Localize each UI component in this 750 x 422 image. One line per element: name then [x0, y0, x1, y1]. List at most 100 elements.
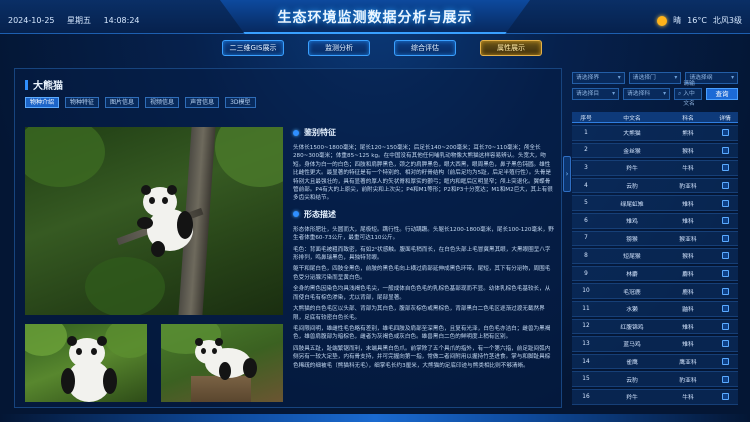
- document-icon[interactable]: [721, 287, 729, 295]
- row-detail[interactable]: [712, 195, 738, 211]
- row-detail[interactable]: [712, 248, 738, 264]
- table-row[interactable]: 1 大熊猫 熊科: [572, 125, 738, 141]
- morph-paragraph: 躯干和尾白色，四肢全黑色，前肢的黑色毛向上横过肩部延伸成黑色环带。尾短，其下有分…: [293, 266, 551, 281]
- row-detail[interactable]: [712, 125, 738, 141]
- tab-images[interactable]: 图片信息: [105, 97, 140, 108]
- title-marker: [25, 79, 28, 90]
- filter-family-select[interactable]: 请选择科 ▾: [623, 88, 670, 100]
- table-row[interactable]: 15 云豹 豹亚科: [572, 371, 738, 387]
- table-row[interactable]: 2 金丝猴 猴科: [572, 142, 738, 159]
- row-name: 红腹锦鸡: [600, 318, 664, 335]
- table-row[interactable]: 9 林麝 麝科: [572, 265, 738, 282]
- table-row[interactable]: 7 猕猴 猴亚科: [572, 230, 738, 247]
- morph-paragraph: 形态体形肥壮，头圆而大，尾极短。蹒行性。行动蹒跚。头躯长1200-1800毫米，…: [293, 226, 554, 242]
- row-detail[interactable]: [712, 371, 738, 387]
- filter-row: 请选择界 ▾ 请选择门 ▾ 请选择纲 ▾: [572, 72, 738, 84]
- nav-attributes[interactable]: 属性展示: [480, 40, 542, 56]
- nav-gis[interactable]: 二三维GIS展示: [222, 40, 284, 56]
- table-row[interactable]: 14 雀鹰 鹰亚科: [572, 353, 738, 370]
- document-icon[interactable]: [721, 358, 729, 366]
- row-name: 绿尾虹雉: [600, 195, 664, 211]
- document-icon[interactable]: [721, 270, 729, 278]
- table-row[interactable]: 13 蓝马鸡 雉科: [572, 336, 738, 352]
- row-detail[interactable]: [712, 388, 738, 405]
- datetime: 2024-10-25 星期五 14:08:24: [8, 15, 150, 26]
- document-icon[interactable]: [721, 393, 729, 401]
- row-detail[interactable]: [712, 300, 738, 317]
- row-detail[interactable]: [712, 318, 738, 335]
- panda-photo-main[interactable]: [25, 127, 283, 315]
- tab-3d-model[interactable]: 3D模型: [225, 97, 256, 108]
- table-row[interactable]: 5 绿尾虹雉 雉科: [572, 195, 738, 211]
- document-icon[interactable]: [721, 340, 729, 348]
- row-no: 4: [572, 177, 600, 194]
- filter-phylum-select[interactable]: 请选择门 ▾: [628, 72, 682, 84]
- document-icon[interactable]: [721, 252, 729, 260]
- table-row[interactable]: 10 毛冠鹿 鹿科: [572, 283, 738, 299]
- table-header: 序号 中文名 科名 详情: [572, 112, 738, 123]
- row-name: 林麝: [600, 265, 664, 282]
- document-icon[interactable]: [721, 305, 729, 313]
- row-detail[interactable]: [712, 283, 738, 299]
- weather-condition: 晴: [673, 16, 682, 25]
- row-no: 1: [572, 125, 600, 141]
- row-no: 11: [572, 300, 600, 317]
- document-icon[interactable]: [721, 234, 729, 242]
- table-row[interactable]: 4 云豹 豹亚科: [572, 177, 738, 194]
- tab-audio[interactable]: 声音信息: [185, 97, 220, 108]
- table-row[interactable]: 8 短尾猴 猴科: [572, 248, 738, 264]
- document-icon[interactable]: [721, 146, 729, 154]
- row-detail[interactable]: [712, 142, 738, 159]
- filter-order-select[interactable]: 请选择目 ▾: [572, 88, 619, 100]
- table-row[interactable]: 6 雉鸡 雉科: [572, 212, 738, 229]
- panda-photo-bamboo[interactable]: [25, 324, 147, 402]
- tab-features[interactable]: 物种特征: [65, 97, 100, 108]
- sun-icon: [657, 15, 668, 26]
- col-detail: 详情: [712, 112, 738, 123]
- document-icon[interactable]: [721, 199, 729, 207]
- nav-monitoring[interactable]: 监测分析: [308, 40, 370, 56]
- search-input[interactable]: ⌕ 请输入中文名: [674, 81, 702, 107]
- row-family: 豹亚科: [663, 177, 712, 194]
- row-family: 雉科: [663, 336, 712, 352]
- filter-kingdom-select[interactable]: 请选择界 ▾: [572, 72, 625, 84]
- table-row[interactable]: 11 水獭 鼬科: [572, 300, 738, 317]
- filter-row-2: 请选择目 ▾ 请选择科 ▾ ⌕ 请输入中文名 查询: [572, 81, 738, 107]
- nav-assessment[interactable]: 综合评估: [394, 40, 456, 56]
- tab-video[interactable]: 视频信息: [145, 97, 180, 108]
- table-row[interactable]: 16 羚牛 牛科: [572, 388, 738, 405]
- row-detail[interactable]: [712, 265, 738, 282]
- row-detail[interactable]: [712, 353, 738, 370]
- morph-paragraph: 毛间限间明，雄雌性毛色略有差别，雄毛四肢及肩部至深黑色，且复有光泽，白色毛亦洁白…: [293, 325, 551, 341]
- row-family: 猴亚科: [663, 230, 712, 247]
- query-button[interactable]: 查询: [706, 88, 738, 100]
- row-name: 云豹: [600, 371, 664, 387]
- heading-dot-icon: [293, 129, 299, 136]
- document-icon[interactable]: [721, 164, 729, 172]
- panda-photo-stump[interactable]: [161, 324, 283, 402]
- row-name: 大熊猫: [600, 125, 664, 141]
- row-family: 麝科: [663, 265, 712, 282]
- document-icon[interactable]: [721, 129, 729, 137]
- morph-paragraph: 四肢具五趾，趾端繁锯而利，末端具黑白色爪。前掌除了五个具爪的指外，有一个第六指，…: [293, 345, 551, 369]
- row-name: 水獭: [600, 300, 664, 317]
- species-table: 序号 中文名 科名 详情 1 大熊猫 熊科 2 金丝猴 猴科 3 羚牛 牛科 4 云豹 豹亚科 5 绿尾虹…: [572, 110, 738, 407]
- row-name: 毛冠鹿: [600, 283, 664, 299]
- tab-intro[interactable]: 物种介绍: [25, 97, 60, 108]
- document-icon[interactable]: [721, 217, 729, 225]
- row-detail[interactable]: [712, 230, 738, 247]
- foliage: [85, 257, 165, 315]
- row-detail[interactable]: [712, 336, 738, 352]
- document-icon[interactable]: [721, 375, 729, 383]
- collapse-arrow-icon[interactable]: ›: [563, 156, 571, 192]
- document-icon[interactable]: [721, 322, 729, 330]
- col-no: 序号: [572, 112, 600, 123]
- row-detail[interactable]: [712, 160, 738, 176]
- document-icon[interactable]: [721, 182, 729, 190]
- row-detail[interactable]: [712, 212, 738, 229]
- species-tabs: 物种介绍 物种特征 图片信息 视频信息 声音信息 3D模型: [25, 97, 256, 108]
- row-no: 12: [572, 318, 600, 335]
- row-detail[interactable]: [712, 177, 738, 194]
- table-row[interactable]: 12 红腹锦鸡 雉科: [572, 318, 738, 335]
- table-row[interactable]: 3 羚牛 牛科: [572, 160, 738, 176]
